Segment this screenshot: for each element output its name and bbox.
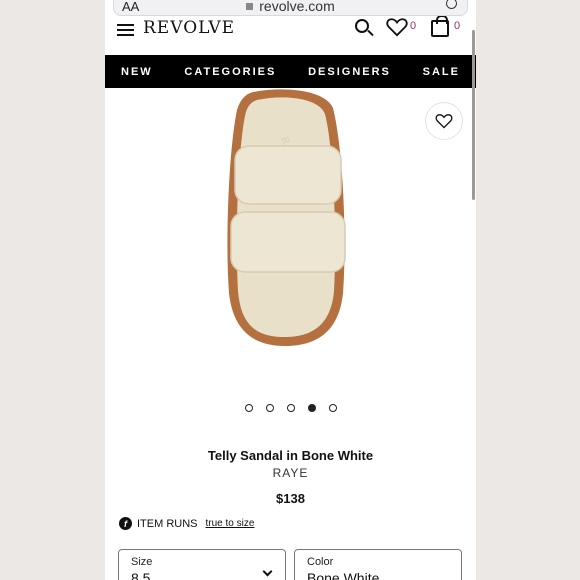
fit-info: f ITEM RUNS true to size [119,517,254,530]
url-display[interactable]: revolve.com [114,0,467,14]
gallery-dot[interactable] [244,404,253,412]
search-icon[interactable] [355,19,374,37]
gallery-dot[interactable] [265,404,274,412]
product-brand[interactable]: RAYE [105,466,476,480]
heart-icon[interactable] [386,17,408,37]
main-nav: NEW CATEGORIES DESIGNERS SALE [105,55,476,88]
fit-label: ITEM RUNS [137,517,198,530]
product-title: Telly Sandal in Bone White [207,448,374,463]
browser-address-bar[interactable]: AA revolve.com [113,0,468,16]
shopping-bag-icon[interactable] [431,15,449,37]
gallery-dot[interactable] [328,404,337,412]
gallery-dot[interactable] [286,404,295,412]
heart-outline-icon [435,114,453,129]
product-price: $138 [276,491,305,506]
size-select[interactable]: Size 8.5 [118,549,286,580]
bag-count-badge: 0 [454,20,461,32]
nav-item-designers[interactable]: DESIGNERS [308,66,391,78]
nav-item-new[interactable]: NEW [121,66,153,78]
site-logo[interactable]: REVOLVE [143,18,235,38]
nav-item-sale[interactable]: SALE [423,66,460,78]
scrollbar[interactable] [472,30,475,200]
nav-item-categories[interactable]: CATEGORIES [184,66,276,78]
size-label: Size [131,556,153,568]
gallery-dot-active[interactable] [307,404,316,412]
color-select[interactable]: Color Bone White [294,549,462,580]
url-text: revolve.com [259,0,335,14]
color-value: Bone White [307,570,380,580]
add-to-wishlist-button[interactable] [425,102,463,140]
lock-icon [246,3,254,10]
fit-logo-icon: f [119,517,132,530]
fit-link[interactable]: true to size [206,518,255,529]
wishlist-count-badge: 0 [410,20,417,32]
gallery-pagination [105,404,476,412]
product-image[interactable]: RAYE [215,88,355,350]
size-value: 8.5 [131,570,151,580]
phone-screen: REVOLVE 0 0 NEW CATEGORIES DESIGNERS SAL… [105,0,476,580]
menu-icon[interactable] [117,24,134,36]
color-label: Color [307,556,334,568]
